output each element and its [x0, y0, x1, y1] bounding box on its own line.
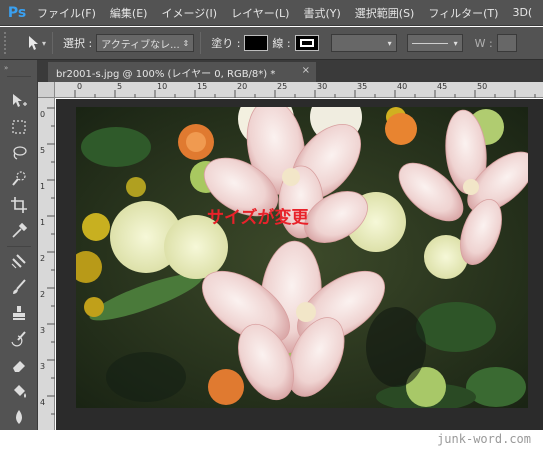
- vertical-ruler[interactable]: 0 5 1 1 2 2 3 3 4: [38, 98, 55, 430]
- menu-file[interactable]: ファイル(F): [30, 5, 103, 21]
- document-tab-bar: br2001-s.jpg @ 100% (レイヤー 0, RGB/8*) * ×: [38, 60, 543, 82]
- ruler-label: 1: [40, 182, 46, 191]
- document-tab[interactable]: br2001-s.jpg @ 100% (レイヤー 0, RGB/8*) * ×: [48, 62, 316, 82]
- healing-icon[interactable]: [7, 250, 31, 272]
- stamp-icon[interactable]: [7, 302, 31, 324]
- options-separator: [200, 32, 202, 54]
- brush-icon[interactable]: [7, 276, 31, 298]
- ruler-origin[interactable]: [38, 82, 55, 98]
- ruler-label: 10: [157, 82, 168, 91]
- footer: junk-word.com: [0, 430, 543, 450]
- ruler-label: 0: [40, 110, 46, 119]
- menu-bar: Ps ファイル(F) 編集(E) イメージ(I) レイヤー(L) 書式(Y) 選…: [0, 0, 543, 26]
- lasso-icon[interactable]: [7, 142, 31, 164]
- ruler-label: 3: [40, 326, 46, 335]
- select-dropdown-value: アクティブなレ...: [101, 39, 180, 51]
- blur-icon[interactable]: [7, 406, 31, 428]
- close-icon[interactable]: ×: [302, 65, 310, 76]
- flower-photo[interactable]: [76, 107, 528, 408]
- tool-separator: [7, 246, 31, 247]
- tool-separator: [7, 76, 31, 77]
- eyedropper-icon[interactable]: [7, 220, 31, 242]
- crop-icon[interactable]: [7, 194, 31, 216]
- ruler-label: 50: [477, 82, 488, 91]
- menu-image[interactable]: イメージ(I): [154, 5, 224, 21]
- stroke-width-dropdown[interactable]: ▾: [330, 34, 397, 52]
- stroke-type-dropdown[interactable]: ▾: [406, 34, 463, 52]
- chevron-down-icon: ▾: [453, 38, 458, 48]
- ruler-label: 5: [40, 146, 46, 155]
- horizontal-ruler[interactable]: 0 5 10 15 20 25 30 35 40 45 50: [55, 82, 543, 98]
- ruler-label: 15: [197, 82, 208, 91]
- resize-caption: サイズが変更: [207, 208, 309, 228]
- marquee-icon[interactable]: [7, 116, 31, 138]
- ruler-label: 25: [277, 82, 288, 91]
- move-tool-icon[interactable]: [7, 90, 31, 112]
- quick-select-icon[interactable]: [7, 168, 31, 190]
- menu-3d[interactable]: 3D(: [505, 6, 539, 19]
- options-grip[interactable]: [4, 32, 10, 54]
- select-label: 選択 :: [63, 37, 93, 50]
- toolbar-collapse-icon[interactable]: »: [4, 64, 8, 72]
- menu-type[interactable]: 書式(Y): [296, 5, 347, 21]
- chevron-down-icon: ▾: [387, 38, 392, 48]
- history-brush-icon[interactable]: [7, 328, 31, 350]
- bucket-icon[interactable]: [7, 380, 31, 402]
- ruler-label: 20: [237, 82, 248, 91]
- select-dropdown[interactable]: アクティブなレ... ⇕: [96, 34, 195, 52]
- width-field[interactable]: [496, 34, 517, 52]
- menu-edit[interactable]: 編集(E): [103, 5, 155, 21]
- document-tab-title: br2001-s.jpg @ 100% (レイヤー 0, RGB/8*) *: [56, 68, 276, 80]
- stroke-swatch[interactable]: [294, 35, 319, 51]
- photoshop-logo: Ps: [7, 4, 27, 21]
- stroke-label: 線 :: [272, 37, 291, 50]
- ruler-label: 0: [77, 82, 83, 91]
- options-bar: ▾ 選択 : アクティブなレ... ⇕ 塗り : 線 : ▾ ▾ W :: [0, 27, 543, 60]
- menu-layer[interactable]: レイヤー(L): [224, 5, 296, 21]
- ruler-label: 3: [40, 362, 46, 371]
- ruler-label: 40: [397, 82, 408, 91]
- menu-filter[interactable]: フィルター(T): [421, 5, 505, 21]
- tools-panel: »: [0, 60, 38, 430]
- ruler-label: 4: [40, 398, 46, 407]
- width-label: W :: [474, 36, 493, 50]
- ruler-label: 45: [437, 82, 448, 91]
- path-select-icon[interactable]: [26, 34, 40, 52]
- ruler-label: 1: [40, 218, 46, 227]
- watermark: junk-word.com: [437, 432, 531, 446]
- ruler-label: 2: [40, 290, 46, 299]
- ruler-label: 30: [317, 82, 328, 91]
- fill-label: 塗り :: [211, 37, 241, 50]
- options-separator: [52, 32, 54, 54]
- menu-select[interactable]: 選択範囲(S): [348, 5, 422, 21]
- fill-swatch[interactable]: [244, 35, 269, 51]
- ruler-label: 5: [117, 82, 123, 91]
- updown-icon: ⇕: [182, 38, 190, 48]
- ruler-label: 2: [40, 254, 46, 263]
- eraser-icon[interactable]: [7, 354, 31, 376]
- ruler-label: 35: [357, 82, 368, 91]
- tool-preset-arrow-icon[interactable]: ▾: [42, 39, 46, 48]
